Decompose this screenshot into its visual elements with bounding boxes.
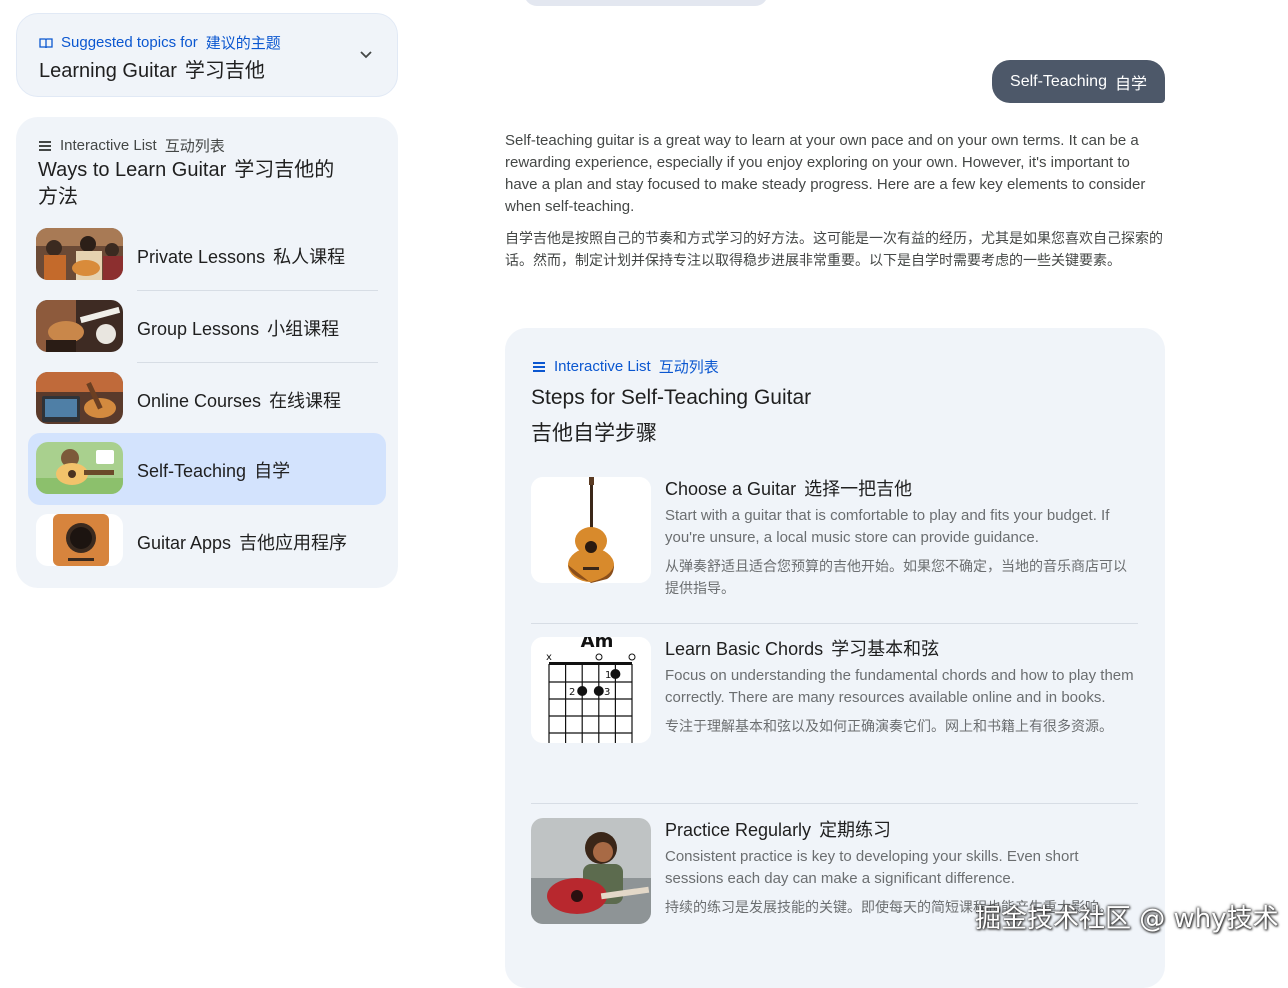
svg-text:2: 2 xyxy=(569,687,575,698)
list-item-label: Group Lessons 小组课程 xyxy=(137,319,340,339)
step-description: Consistent practice is key to developing… xyxy=(665,848,1079,887)
step-description: Start with a guitar that is comfortable … xyxy=(665,507,1110,546)
interactive-list-label: Interactive List 互动列表 xyxy=(532,356,719,377)
list-item-label: Online Courses 在线课程 xyxy=(137,391,342,411)
self-teaching-chip[interactable]: Self-Teaching 自学 xyxy=(992,60,1165,103)
group-lessons-thumbnail xyxy=(36,300,123,352)
divider xyxy=(531,623,1138,624)
previous-chip-edge xyxy=(524,0,768,6)
step-title: Learn Basic Chords 学习基本和弦 xyxy=(665,639,940,659)
list-item-label: Guitar Apps 吉他应用程序 xyxy=(137,533,348,553)
divider xyxy=(531,803,1138,804)
list-item-self-teaching[interactable]: Self-Teaching 自学 xyxy=(28,433,386,505)
list-item-group-lessons[interactable]: Group Lessons 小组课程 xyxy=(28,291,386,363)
list-item-label: Private Lessons 私人课程 xyxy=(137,247,346,267)
step-description: Focus on understanding the fundamental c… xyxy=(665,667,1134,706)
svg-text:x: x xyxy=(546,652,552,663)
intro-chinese: 自学吉他是按照自己的节奏和方式学习的好方法。这可能是一次有益的经历，尤其是如果您… xyxy=(505,230,1163,268)
online-courses-thumbnail xyxy=(36,372,123,424)
list-item-label: Self-Teaching 自学 xyxy=(137,461,291,481)
step-title: Choose a Guitar 选择一把吉他 xyxy=(665,479,913,499)
steps-list-card: Interactive List 互动列表 Steps for Self-Teac… xyxy=(505,328,1165,988)
svg-text:3: 3 xyxy=(604,687,610,698)
step-text: Learn Basic Chords 学习基本和弦 Focus on unders… xyxy=(665,637,1135,737)
suggested-topics-label: Suggested topics for 建议的主题 xyxy=(39,32,281,53)
private-lessons-thumbnail xyxy=(36,228,123,280)
list-icon xyxy=(533,361,545,372)
child-playing-guitar-image xyxy=(531,818,651,924)
ways-list-card: Interactive List 互动列表 Ways to Learn Guita… xyxy=(16,117,398,588)
guitar-apps-thumbnail xyxy=(36,514,123,566)
list-icon xyxy=(39,140,51,151)
step-description-cn: 专注于理解基本和弦以及如何正确演奏它们。网上和书籍上有很多资源。 xyxy=(665,718,1113,734)
suggested-topics-card[interactable]: Suggested topics for 建议的主题 Learning Guit… xyxy=(16,13,398,97)
self-teaching-thumbnail xyxy=(36,442,123,494)
chevron-down-icon[interactable] xyxy=(359,48,373,62)
step-title: Practice Regularly 定期练习 xyxy=(665,820,892,840)
step-text: Choose a Guitar 选择一把吉他 Start with a guita… xyxy=(665,477,1135,599)
intro-text: Self-teaching guitar is a great way to l… xyxy=(505,130,1165,271)
svg-text:1: 1 xyxy=(605,670,611,681)
watermark: 掘金技术社区 @ why技术 xyxy=(975,904,1279,934)
list-item-online-courses[interactable]: Online Courses 在线课程 xyxy=(28,363,386,435)
intro-english: Self-teaching guitar is a great way to l… xyxy=(505,132,1146,215)
interactive-list-label: Interactive List 互动列表 xyxy=(38,135,225,156)
book-icon xyxy=(39,37,53,48)
topic-title: Learning Guitar 学习吉他 xyxy=(39,60,265,82)
list-item-guitar-apps[interactable]: Guitar Apps 吉他应用程序 xyxy=(28,505,386,577)
chord-diagram-image: Am x 1 2 3 xyxy=(531,637,651,743)
step-description-cn: 从弹奏舒适且适合您预算的吉他开始。如果您不确定，当地的音乐商店可以提供指导。 xyxy=(665,558,1127,596)
acoustic-guitar-image xyxy=(531,477,651,583)
steps-title: Steps for Self-Teaching Guitar 吉他自学步骤 xyxy=(531,386,812,445)
chord-name: Am xyxy=(581,637,614,652)
list-item-private-lessons[interactable]: Private Lessons 私人课程 xyxy=(28,219,386,291)
list-title: Ways to Learn Guitar 学习吉他的方法 xyxy=(38,159,335,208)
